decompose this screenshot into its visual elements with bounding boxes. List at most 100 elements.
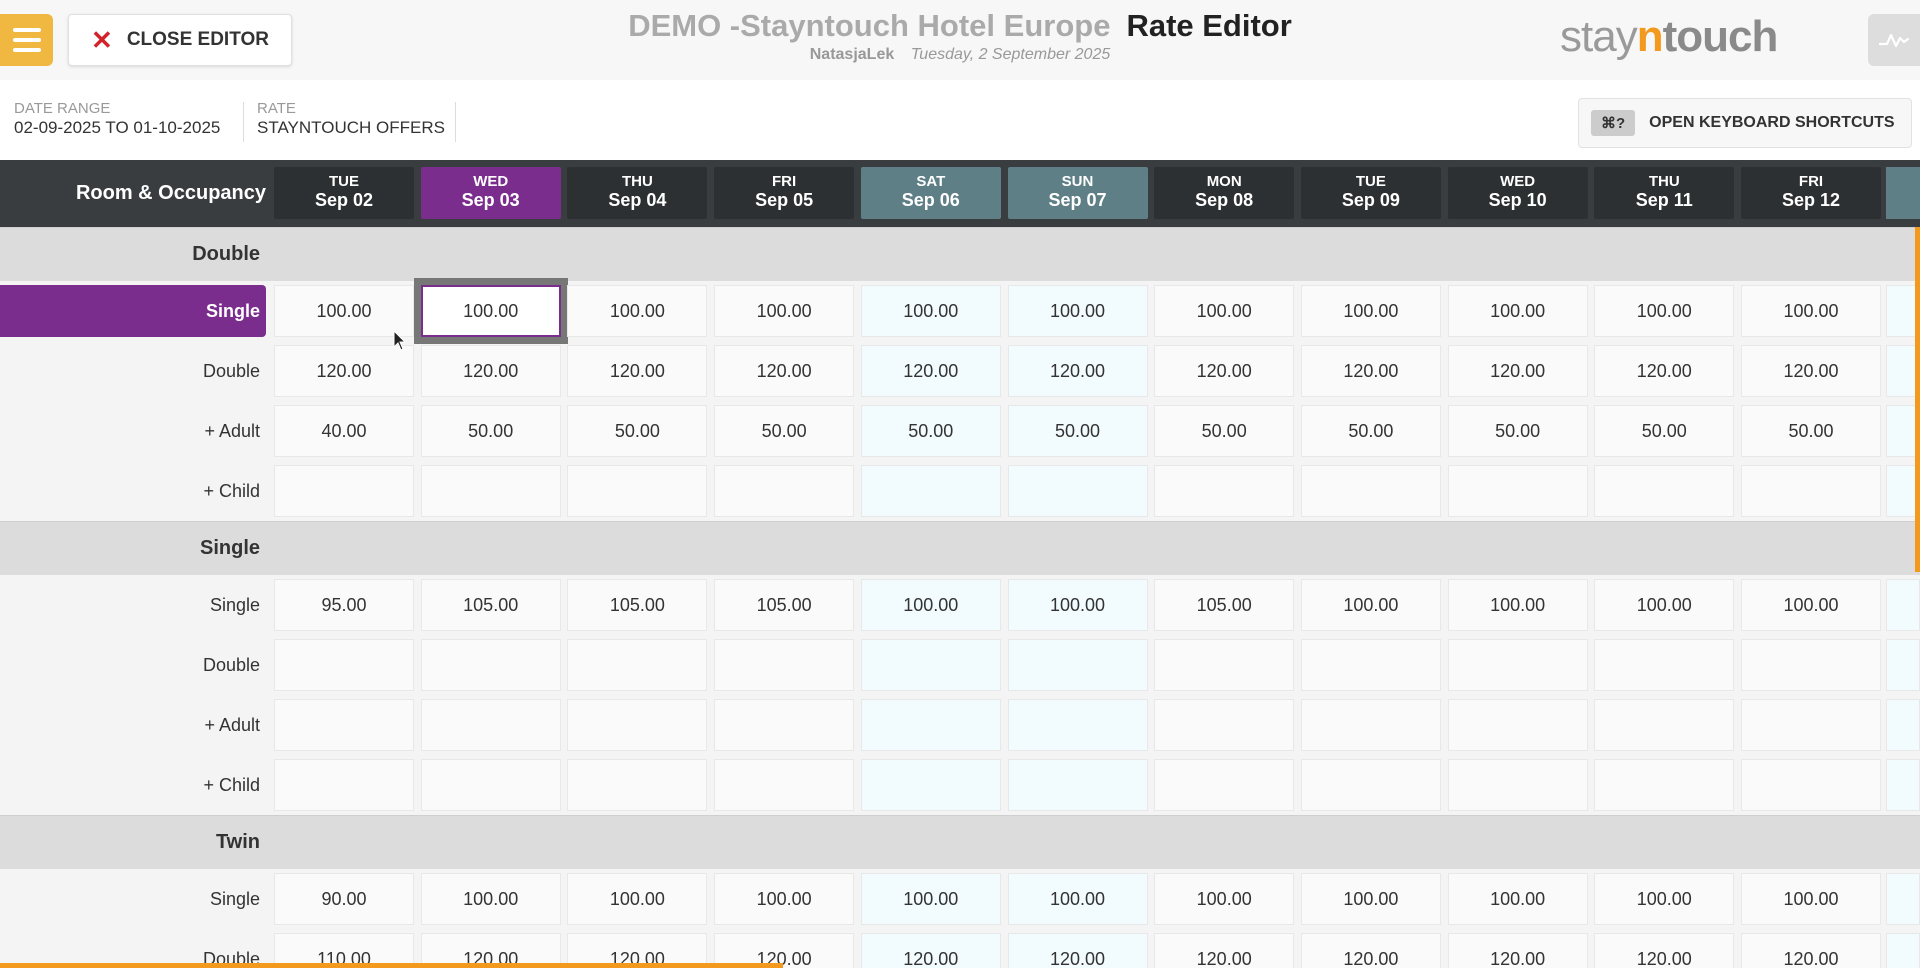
rate-cell[interactable]: 100.00 [1741,285,1881,337]
rate-cell[interactable]: 120.00 [1594,345,1735,397]
rate-cell[interactable]: 100.00 [420,873,561,925]
rate-cell[interactable] [1007,639,1148,691]
rate-cell[interactable]: 120.00 [860,345,1001,397]
rate-cell[interactable]: 105.00 [567,579,708,631]
rate-cell[interactable]: 50.00 [420,405,561,457]
rate-filter[interactable]: RATE STAYNTOUCH OFFERS [257,100,445,142]
rate-cell[interactable]: 120.00 [1741,345,1881,397]
day-column-header[interactable]: MON Sep 08 [1154,167,1295,219]
rate-cell[interactable] [567,639,708,691]
day-column-header[interactable]: SUN Sep 07 [1007,167,1148,219]
rate-cell[interactable]: 40.00 [274,405,414,457]
rate-cell[interactable]: 50.00 [567,405,708,457]
rate-cell[interactable]: 100.00 [714,285,855,337]
rate-cell[interactable]: 120.00 [1447,933,1588,968]
rate-cell[interactable]: 120.00 [274,345,414,397]
rate-cell[interactable]: 100.00 [1447,579,1588,631]
rate-cell[interactable]: 100.00 [1741,873,1881,925]
activity-chart-icon[interactable] [1868,14,1920,66]
close-editor-button[interactable]: ✕ CLOSE EDITOR [68,14,292,66]
rate-cell[interactable]: 120.00 [567,345,708,397]
rate-cell[interactable]: 100.00 [1447,285,1588,337]
rate-cell[interactable]: 50.00 [860,405,1001,457]
rate-cell-partial[interactable] [1886,873,1920,925]
rate-cell[interactable]: 120.00 [1007,933,1148,968]
rate-cell[interactable] [1007,465,1148,517]
rate-cell[interactable]: 100.00 [860,579,1001,631]
rate-cell[interactable]: 120.00 [1154,933,1295,968]
rate-cell[interactable]: 100.00 [567,873,708,925]
rate-cell[interactable]: 100.00 [714,873,855,925]
rate-cell[interactable]: 100.00 [1741,579,1881,631]
rate-cell[interactable] [1447,465,1588,517]
rate-cell[interactable] [420,759,561,811]
rate-cell[interactable] [860,465,1001,517]
rate-cell[interactable]: 120.00 [1300,933,1441,968]
rate-cell[interactable]: 105.00 [714,579,855,631]
rate-cell[interactable] [1300,465,1441,517]
rate-cell[interactable] [567,759,708,811]
day-column-header[interactable]: WED Sep 10 [1447,167,1588,219]
rate-cell[interactable] [860,639,1001,691]
rate-cell[interactable]: 100.00 [1007,873,1148,925]
rate-cell[interactable] [1154,639,1295,691]
day-column-header[interactable]: FRI Sep 05 [714,167,855,219]
rate-cell[interactable] [860,699,1001,751]
vertical-scrollbar[interactable] [1915,227,1920,572]
rate-cell[interactable]: 100.00 [413,278,568,344]
rate-cell[interactable] [1154,699,1295,751]
rate-cell[interactable] [1007,759,1148,811]
rate-cell[interactable] [1154,465,1295,517]
rate-cell[interactable]: 100.00 [1594,873,1735,925]
rate-cell[interactable] [1741,465,1881,517]
day-column-header[interactable]: TUE Sep 02 [274,167,414,219]
rate-cell[interactable]: 120.00 [1741,933,1881,968]
rate-cell[interactable]: 50.00 [714,405,855,457]
rate-cell[interactable]: 90.00 [274,873,414,925]
rate-cell[interactable] [1741,639,1881,691]
rate-cell[interactable]: 105.00 [1154,579,1295,631]
rate-cell[interactable] [1594,465,1735,517]
rate-cell[interactable]: 50.00 [1300,405,1441,457]
rate-cell[interactable] [1447,699,1588,751]
rate-cell[interactable]: 50.00 [1154,405,1295,457]
rate-cell[interactable] [1447,759,1588,811]
rate-cell[interactable]: 50.00 [1594,405,1735,457]
rate-cell[interactable] [1741,759,1881,811]
horizontal-scrollbar[interactable] [0,963,783,968]
rate-cell[interactable]: 100.00 [1594,285,1735,337]
rate-cell[interactable]: 120.00 [1154,345,1295,397]
rate-cell[interactable]: 100.00 [860,285,1001,337]
rate-cell[interactable] [1300,699,1441,751]
rate-cell[interactable] [714,759,855,811]
rate-cell[interactable] [420,699,561,751]
rate-cell[interactable]: 50.00 [1007,405,1148,457]
rate-cell[interactable]: 100.00 [1007,579,1148,631]
rate-cell[interactable]: 100.00 [567,285,708,337]
rate-cell[interactable] [860,759,1001,811]
rate-cell[interactable]: 120.00 [1300,345,1441,397]
rate-cell[interactable]: 100.00 [1594,579,1735,631]
rate-cell-partial[interactable] [1886,759,1920,811]
rate-cell[interactable]: 100.00 [1154,285,1295,337]
rate-cell[interactable] [1594,699,1735,751]
rate-cell[interactable] [274,465,414,517]
rate-cell[interactable] [1447,639,1588,691]
rate-cell[interactable]: 100.00 [860,873,1001,925]
rate-cell[interactable] [1300,639,1441,691]
day-column-header[interactable]: SAT Sep 06 [860,167,1001,219]
rate-cell[interactable]: 100.00 [1447,873,1588,925]
day-column-header[interactable]: FRI Sep 12 [1741,167,1881,219]
rate-cell[interactable] [714,465,855,517]
rate-cell-partial[interactable] [1886,933,1920,968]
day-column-header[interactable]: THU Sep 04 [567,167,708,219]
rate-cell[interactable]: 120.00 [1594,933,1735,968]
rate-cell[interactable] [714,699,855,751]
rate-cell[interactable]: 120.00 [860,933,1001,968]
rate-cell[interactable] [1741,699,1881,751]
rate-cell[interactable] [420,639,561,691]
rate-cell[interactable]: 120.00 [1447,345,1588,397]
day-column-header[interactable]: WED Sep 03 [420,167,561,219]
day-column-header[interactable]: THU Sep 11 [1594,167,1735,219]
rate-cell-partial[interactable] [1886,579,1920,631]
